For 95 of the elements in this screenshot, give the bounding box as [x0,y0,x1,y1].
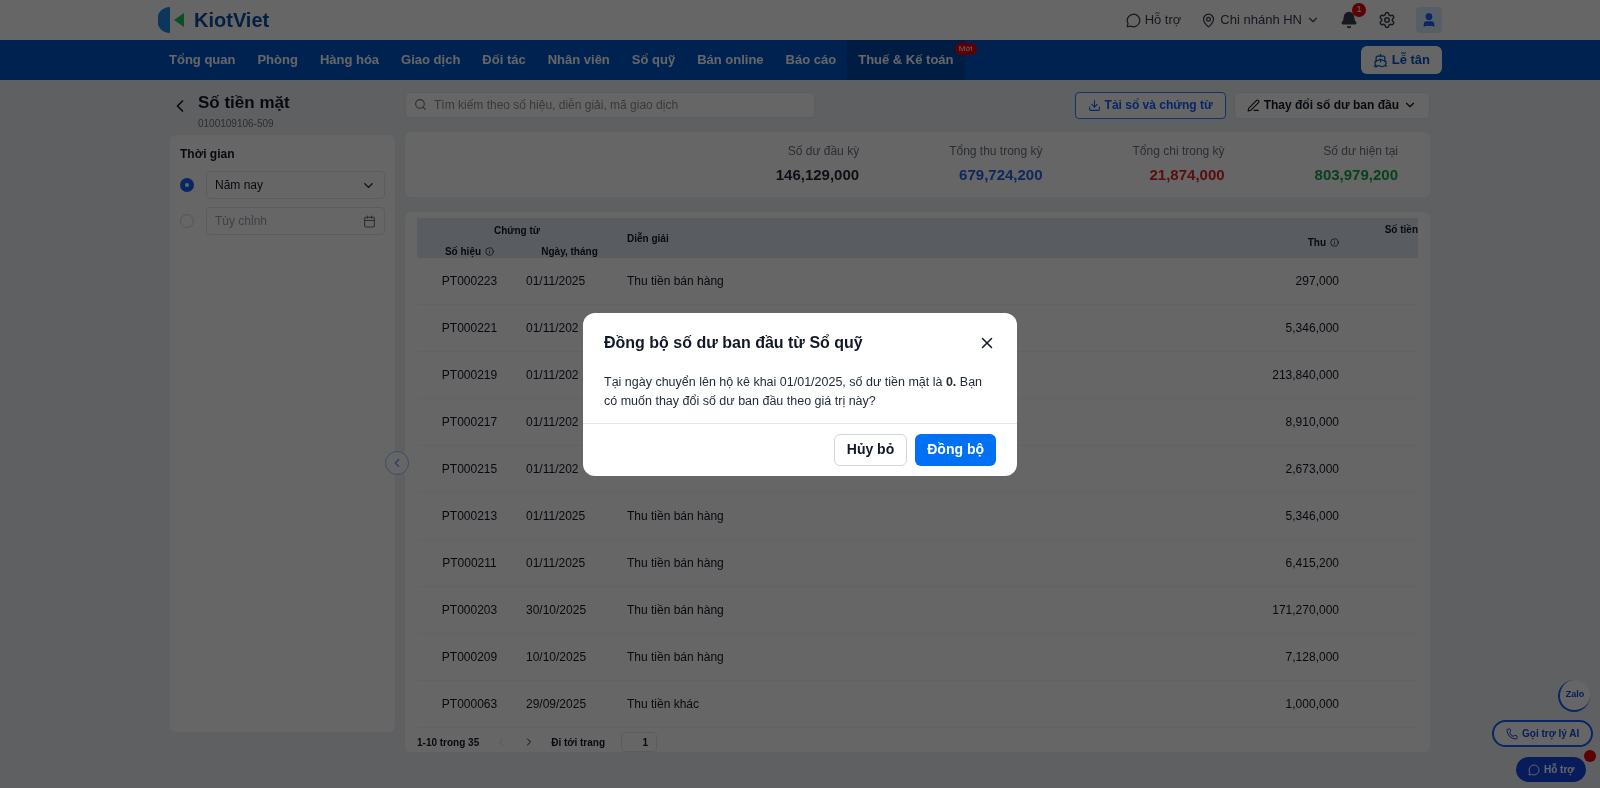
dialog-message: Tại ngày chuyển lên hộ kê khai 01/01/2025, số dư tiền mặt là 0. Bạn có muốn thay đổi số dư ban đầu theo giá trị này? [603,373,984,410]
stat-label: Số dư đầu kỳ [787,143,860,161]
download-icon [1087,98,1101,112]
stat-value: 21,874,000 [1149,165,1225,186]
phone-icon [1506,727,1518,740]
table-cell-text: 01/11/2025 [525,555,587,572]
table-cell-text: 01/11/2025 [525,508,587,525]
goto-label: Đi tới trang [551,735,606,750]
radio-button[interactable] [180,178,194,192]
nav-tab[interactable]: Hàng hóa [308,40,391,80]
search-icon [414,98,427,111]
avatar-button[interactable] [1416,7,1442,33]
column-header: Ngày, tháng [540,245,599,259]
table-cell-text: 01/11/202 [525,320,580,337]
notification-icon[interactable] [1340,11,1358,29]
page-field[interactable]: 1 [621,732,658,752]
change-balance-button[interactable]: Thay đổi số dư ban đầu [1233,91,1430,119]
stat-label: Tổng chi trong kỳ [1132,143,1225,161]
table-cell-text: PT000223 [440,273,499,290]
period-dropdown[interactable]: Năm nay [206,171,385,199]
stat-value: 803,979,200 [1314,165,1398,186]
table-cell-text: 10/10/2025 [525,649,588,666]
table-cell-text: PT000213 [440,508,499,525]
stat-value: 679,724,200 [959,165,1043,186]
person-icon [1421,12,1437,28]
table-cell-text: 5,346,000 [1284,508,1339,525]
table-cell-text: PT000215 [440,461,499,478]
table-cell-text: Thu tiền bán hàng [626,649,725,666]
table-cell-text: Thu tiền bán hàng [626,508,725,525]
table-cell-text: PT000209 [440,649,499,666]
column-header: Thu [1257,235,1339,258]
table-cell-text: 29/09/2025 [525,696,588,713]
nav-tab[interactable]: Giao dịch [390,40,472,80]
table-cell-text: 297,000 [1294,273,1339,290]
table-cell-text: PT000063 [440,696,499,713]
table-cell-text: 01/11/202 [525,461,580,478]
cancel-button[interactable]: Hủy bỏ [833,433,908,466]
branch-dropdown[interactable]: Chi nhánh HN [1201,10,1320,30]
info-icon [485,247,495,256]
stat-value: 146,129,000 [775,165,860,186]
table-cell-text: 5,346,000 [1284,320,1339,337]
calendar-icon [363,214,376,228]
column-header: Số hiệu [417,244,522,259]
dialog-title: Đồng bộ số dư ban đầu từ Sổ quỹ [604,332,863,353]
nav-tab[interactable]: Đối tác [471,40,537,80]
notification-badge: 1 [1352,3,1366,17]
ai-assistant-button[interactable]: Gọi trợ lý AI [1492,720,1594,747]
table-cell-text: Thu tiền bán hàng [626,602,725,619]
table-cell-text: 01/11/2025 [525,273,587,290]
table-cell-text: 2,673,000 [1284,461,1339,478]
table-cell-text: PT000211 [441,555,498,572]
table-cell-text: 7,128,000 [1284,649,1339,666]
table-cell-text: PT000219 [440,367,499,384]
table-cell-text: 30/10/2025 [525,602,588,619]
boat-icon [1372,52,1388,68]
support-button[interactable]: Hỗ trợ [1516,757,1587,782]
zalo-button[interactable]: Zalo [1558,680,1590,712]
nav-tab[interactable]: Phòng [246,40,309,80]
chat-icon [1528,763,1540,776]
stat-label: Tổng thu trong kỳ [949,143,1043,161]
table-cell-text: 8,910,000 [1284,414,1339,431]
table-cell-text: PT000203 [440,602,499,619]
table-cell-text: PT000221 [440,320,499,337]
support-link[interactable]: Hỗ trợ [1125,10,1182,30]
table-cell-text: 01/11/202 [525,414,580,431]
table-cell-text: 1,000,000 [1284,696,1339,713]
table-cell-text: Thu tiền khác [626,696,701,713]
reception-button[interactable]: Lễ tân [1360,46,1442,74]
column-group-header: Chứng từ [492,224,542,238]
pagination-range: 1-10 trong 35 [417,735,480,750]
stat-label: Số dư hiện tại [1323,143,1398,161]
table-cell-text: Thu tiền bán hàng [626,273,725,290]
nav-tab[interactable]: Nhân viên [536,40,621,80]
info-icon [1330,238,1339,247]
pin-icon [1201,12,1217,28]
confirm-button[interactable]: Đồng bộ [915,433,996,466]
nav-tab[interactable]: Sổ quỹ [620,40,687,80]
table-cell-text: 6,415,200 [1284,555,1339,572]
table-cell-text: PT000217 [440,414,499,431]
nav-tab[interactable]: Bán online [686,40,775,80]
filter-title: Thời gian [180,146,236,163]
logo-text: KiotViet [194,8,270,33]
table-cell-text: 171,270,000 [1271,602,1339,619]
download-button[interactable]: Tải sổ và chứng từ [1074,91,1226,119]
table-cell-text: Thu tiền bán hàng [626,555,725,572]
nav-tab[interactable]: Báo cáo [774,40,848,80]
settings-icon[interactable] [1378,11,1396,29]
column-header: Số tiền [1383,223,1418,237]
table-cell-text: 213,840,000 [1271,367,1339,384]
pen-icon [1246,98,1260,112]
column-header: Diễn giải [626,231,670,246]
chat-icon [1125,12,1141,28]
logo-icon [158,5,186,35]
nav-tab[interactable]: Tổng quan [158,40,247,80]
page-title: Số tiền mặt [198,92,290,114]
